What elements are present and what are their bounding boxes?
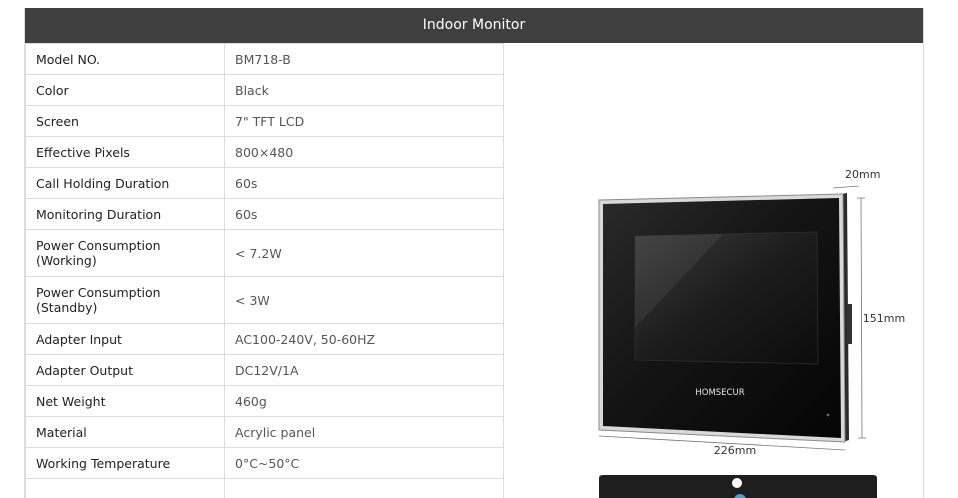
table-row: Adapter Output DC12V/1A [25,354,504,386]
table-row: Material Acrylic panel [25,416,504,448]
side-bracket [847,304,852,344]
table-row: Color Black [25,74,504,106]
table-row: Model NO. BM718-B [25,43,504,75]
table-row: Power Consumption (Working) < 7.2W [25,229,504,277]
spec-key: Adapter Input [25,323,225,355]
brand-logo: HOMSECUR [695,388,744,398]
spec-sheet: Indoor Monitor Model NO. BM718-B Color B… [24,8,924,498]
spec-value: BM718-B [224,43,504,75]
table-row [25,478,504,498]
spec-value: 7" TFT LCD [224,105,504,137]
table-row: Net Weight 460g [25,385,504,417]
spec-value: 800×480 [224,136,504,168]
height-label: 151mm [863,312,905,325]
spec-key: Power Consumption (Standby) [25,276,225,324]
spec-value: DC12V/1A [224,354,504,386]
spec-value: Acrylic panel [224,416,504,448]
table-row: Call Holding Duration 60s [25,167,504,199]
table-row: Screen 7" TFT LCD [25,105,504,137]
spec-key: Model NO. [25,43,225,75]
spec-value: 0°C~50°C [224,447,504,479]
spec-key: Effective Pixels [25,136,225,168]
depth-label: 20mm [845,168,880,181]
spec-key: Color [25,74,225,106]
spec-key: Material [25,416,225,448]
spec-table: Model NO. BM718-B Color Black Screen 7" … [25,43,504,498]
table-row: Adapter Input AC100-240V, 50-60HZ [25,323,504,355]
spec-value: 60s [224,167,504,199]
table-row: Power Consumption (Standby) < 3W [25,276,504,324]
spec-key: Net Weight [25,385,225,417]
table-row: Working Temperature 0°C~50°C [25,447,504,479]
depth-dim-line [832,185,860,189]
status-led [826,413,830,417]
spec-key: Power Consumption (Working) [25,229,225,277]
back-mount-hole [732,478,742,488]
spec-key: Screen [25,105,225,137]
spec-key [25,478,225,498]
spec-value [224,478,504,498]
spec-value: AC100-240V, 50-60HZ [224,323,504,355]
spec-key: Monitoring Duration [25,198,225,230]
spec-value: < 3W [224,276,504,324]
spec-key: Working Temperature [25,447,225,479]
spec-value: < 7.2W [224,229,504,277]
width-label: 226mm [714,444,756,457]
spec-value: 460g [224,385,504,417]
section-title: Indoor Monitor [25,8,923,43]
monitor-illustration: HOMSECUR 20mm 151mm 226mm [598,168,905,498]
product-image: HOMSECUR 20mm 151mm 226mm [573,158,923,498]
spec-key: Adapter Output [25,354,225,386]
table-row: Effective Pixels 800×480 [25,136,504,168]
spec-value: Black [224,74,504,106]
spec-key: Call Holding Duration [25,167,225,199]
table-row: Monitoring Duration 60s [25,198,504,230]
spec-value: 60s [224,198,504,230]
